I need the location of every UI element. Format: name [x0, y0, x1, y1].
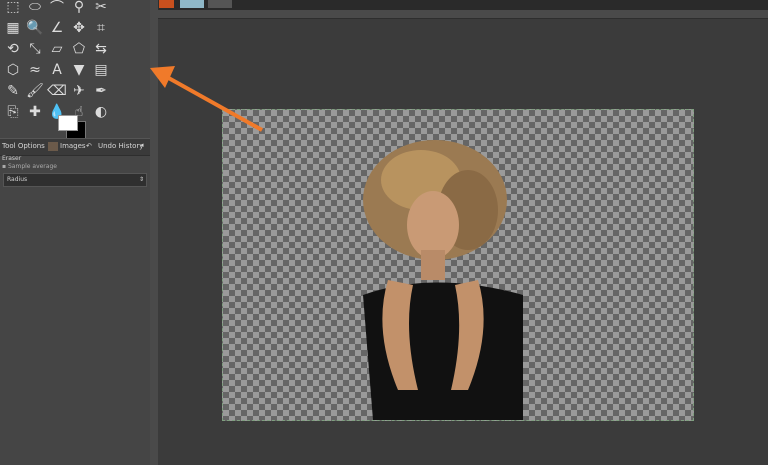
- annotation-arrow: [150, 66, 263, 132]
